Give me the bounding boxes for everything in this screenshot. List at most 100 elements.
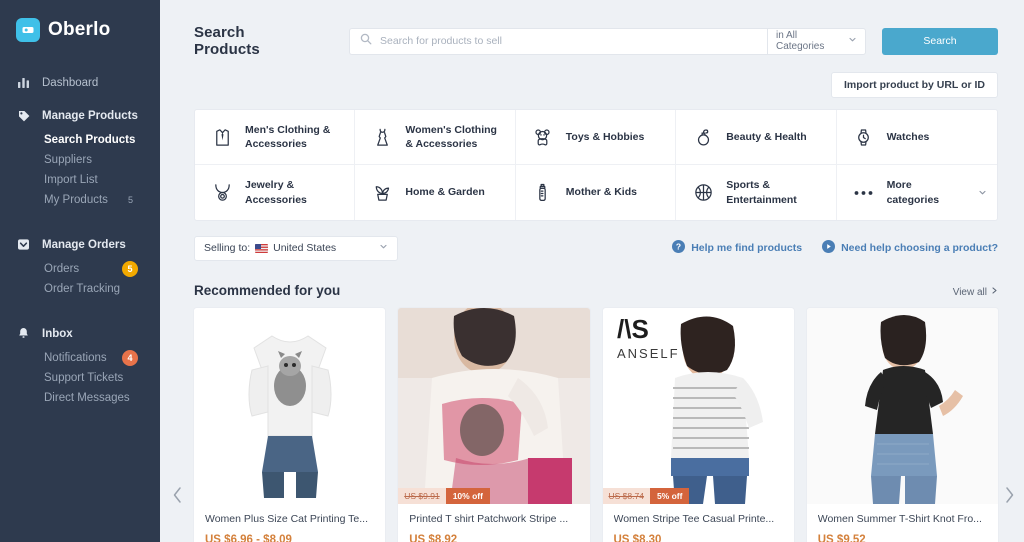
chart-bars-icon [16, 75, 31, 90]
category-label: Jewelry & Accessories [245, 179, 307, 206]
us-flag-icon [255, 243, 269, 253]
product-carousel: Women Plus Size Cat Printing Te... US $6… [173, 308, 1013, 542]
question-circle-icon: ? [672, 240, 686, 256]
main-inner: Search Products in All Categories [160, 0, 1024, 542]
category-toys-hobbies[interactable]: Toys & Hobbies [515, 110, 677, 166]
nav-group-products: Manage Products Search Products Supplier… [0, 101, 160, 210]
category-mother-kids[interactable]: Mother & Kids [516, 165, 677, 220]
search-input[interactable] [380, 35, 757, 47]
search-button[interactable]: Search [882, 27, 998, 55]
sidebar-item-suppliers[interactable]: Suppliers [0, 150, 160, 170]
sidebar-item-support-tickets[interactable]: Support Tickets [0, 368, 160, 388]
category-select[interactable]: in All Categories [767, 27, 866, 55]
product-price: US $8.30 [613, 533, 662, 542]
product-card[interactable]: US $9.91 10% off Printed T shirt Patchwo… [398, 308, 590, 542]
product-card[interactable]: Women Plus Size Cat Printing Te... US $6… [194, 308, 386, 542]
basketball-icon [692, 182, 714, 203]
sidebar-item-manage-orders[interactable]: Manage Orders [0, 230, 160, 259]
selling-to-select[interactable]: Selling to: United States [194, 235, 398, 261]
sidebar-item-orders[interactable]: Orders 5 [0, 259, 160, 279]
product-title: Women Summer T-Shirt Knot Fro... [817, 513, 982, 526]
sidebar-item-label: Dashboard [42, 76, 99, 89]
recommended-title: Recommended for you [194, 282, 341, 298]
product-discount-row: US $8.74 5% off [602, 488, 690, 505]
category-grid: Men's Clothing & Accessories Women's Clo… [194, 109, 998, 221]
product-info: Women Stripe Tee Casual Printe... US $8.… [603, 504, 794, 542]
import-product-button[interactable]: Import product by URL or ID [831, 72, 998, 98]
product-info: Women Plus Size Cat Printing Te... US $6… [194, 504, 385, 542]
tag-icon [16, 108, 31, 123]
sidebar-item-my-products[interactable]: My Products 5 [0, 190, 160, 210]
import-row: Import product by URL or ID [194, 72, 998, 98]
category-select-value: in All Categories [776, 30, 825, 52]
view-all-label: View all [952, 286, 987, 298]
product-image: /\S ANSELF US $8.74 5% off [602, 308, 794, 505]
sidebar-item-order-tracking[interactable]: Order Tracking [0, 279, 160, 299]
product-discount-row: US $9.91 10% off [398, 488, 490, 505]
topbar: Search Products in All Categories [194, 0, 998, 58]
teddy-bear-icon [532, 127, 554, 148]
need-help-choosing-link[interactable]: Need help choosing a product? [822, 240, 998, 256]
page-title: Search Products [194, 24, 260, 58]
category-jewelry[interactable]: Jewelry & Accessories [195, 165, 356, 220]
help-me-find-products-link[interactable]: ? Help me find products [672, 240, 802, 256]
search-controls: in All Categories Search [349, 27, 998, 55]
product-old-price: US $8.74 [602, 488, 650, 505]
category-beauty-health[interactable]: Beauty & Health [676, 110, 837, 166]
product-info: Women Summer T-Shirt Knot Fro... US $9.5… [807, 504, 998, 542]
oberlo-logo-icon [16, 18, 40, 42]
product-price: US $9.52 [817, 533, 866, 542]
carousel-next-button[interactable] [1000, 480, 1018, 510]
sidebar-item-label: Direct Messages [44, 392, 130, 404]
chevron-down-icon [848, 35, 857, 47]
brand-logo[interactable]: Oberlo [0, 18, 160, 42]
sidebar-item-label: Order Tracking [44, 283, 121, 295]
sidebar-item-label: Manage Products [42, 109, 138, 122]
sidebar-item-notifications[interactable]: Notifications 4 [0, 348, 160, 368]
category-watches[interactable]: Watches [836, 110, 997, 166]
main-content: Search Products in All Categories [160, 0, 1024, 542]
category-more-categories[interactable]: More categories [837, 165, 997, 219]
help-link-label: Help me find products [691, 242, 803, 255]
chevron-down-icon [379, 242, 388, 254]
sidebar-item-search-products[interactable]: Search Products [0, 130, 160, 150]
product-title: Printed T shirt Patchwork Stripe ... [409, 513, 569, 526]
category-label: Toys & Hobbies [565, 131, 645, 144]
chevron-right-icon [991, 286, 998, 298]
potted-plant-icon [371, 182, 393, 203]
watch-icon [853, 127, 875, 148]
selling-to-country: United States [273, 242, 337, 255]
sidebar-item-direct-messages[interactable]: Direct Messages [0, 388, 160, 408]
category-womens-clothing[interactable]: Women's Clothing & Accessories [355, 110, 516, 166]
product-image: US $9.91 10% off [398, 308, 590, 505]
sidebar-item-label: Inbox [42, 327, 73, 340]
product-card[interactable]: Women Summer T-Shirt Knot Fro... US $9.5… [806, 308, 998, 542]
category-mens-clothing[interactable]: Men's Clothing & Accessories [195, 110, 356, 166]
bell-icon [16, 326, 31, 341]
category-label: Women's Clothing & Accessories [405, 124, 497, 151]
help-links: ? Help me find products Need help choosi… [672, 240, 998, 256]
category-label: Sports & Entertainment [726, 179, 797, 206]
sidebar-item-manage-products[interactable]: Manage Products [0, 101, 160, 130]
app-root: Oberlo Dashboard Manage Products Search … [0, 0, 1024, 542]
chevron-down-icon [978, 184, 987, 202]
sidebar: Oberlo Dashboard Manage Products Search … [0, 0, 160, 542]
product-card[interactable]: /\S ANSELF US $8.74 5% off Women Stripe … [602, 308, 794, 542]
category-home-garden[interactable]: Home & Garden [355, 165, 516, 220]
search-field-wrapper[interactable] [349, 27, 767, 55]
sidebar-item-import-list[interactable]: Import List [0, 170, 160, 190]
help-link-label: Need help choosing a product? [841, 242, 998, 255]
sidebar-item-inbox[interactable]: Inbox [0, 319, 160, 348]
inbox-tray-icon [16, 237, 31, 252]
category-label: Men's Clothing & Accessories [245, 124, 331, 151]
product-old-price: US $9.91 [398, 488, 446, 505]
sidebar-item-dashboard[interactable]: Dashboard [0, 68, 160, 97]
view-all-link[interactable]: View all [953, 286, 998, 298]
product-cards: Women Plus Size Cat Printing Te... US $6… [194, 308, 998, 542]
nav-group-inbox: Inbox Notifications 4 Support Tickets Di… [0, 319, 160, 408]
category-sports-entertainment[interactable]: Sports & Entertainment [676, 165, 837, 220]
carousel-prev-button[interactable] [168, 480, 186, 510]
sidebar-item-label: Notifications [44, 352, 107, 364]
svg-text:ANSELF: ANSELF [617, 346, 680, 361]
